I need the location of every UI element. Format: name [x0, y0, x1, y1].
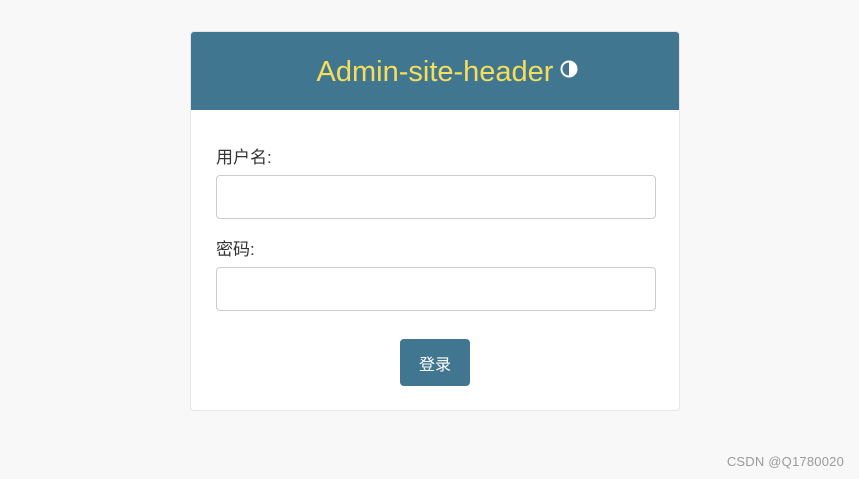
login-button[interactable]: 登录 — [400, 339, 470, 386]
username-label: 用户名: — [216, 148, 272, 167]
submit-row: 登录 — [216, 339, 654, 386]
theme-toggle-icon[interactable] — [560, 60, 578, 78]
username-input[interactable] — [216, 175, 656, 219]
login-form: 用户名: 密码: 登录 — [191, 148, 679, 386]
site-header: Admin-site-header — [191, 32, 679, 110]
watermark: CSDN @Q1780020 — [726, 454, 844, 469]
password-label: 密码: — [216, 240, 255, 259]
login-card: Admin-site-header 用户名: 密码: 登录 — [190, 31, 680, 411]
password-input[interactable] — [216, 267, 656, 311]
site-title: Admin-site-header — [316, 56, 554, 88]
